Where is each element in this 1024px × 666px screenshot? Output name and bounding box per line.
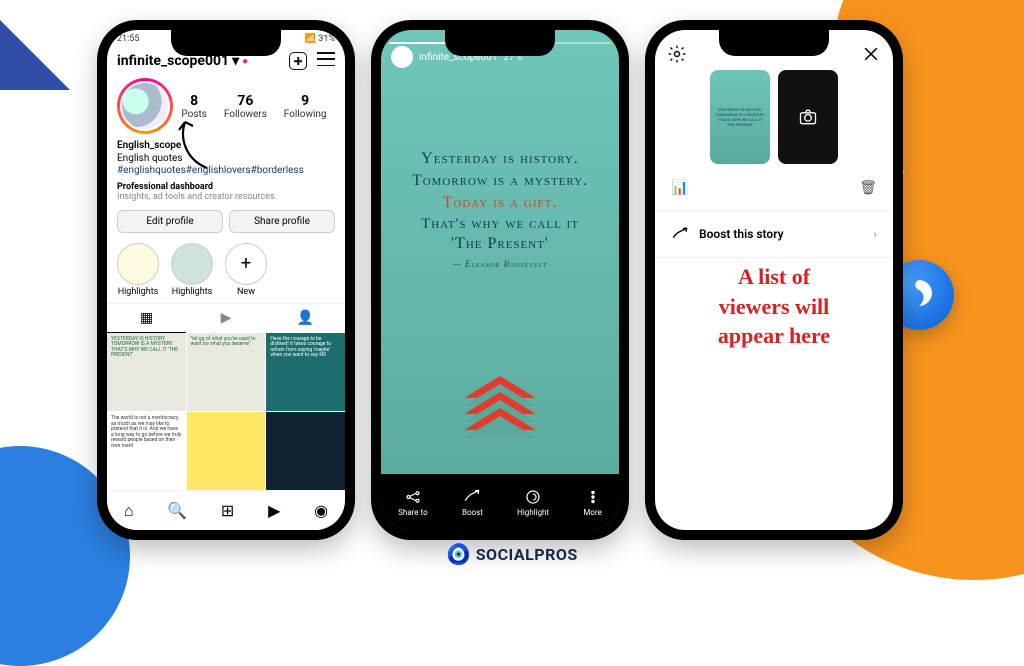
highlight-button[interactable]: Highlight <box>517 488 549 517</box>
annotation-viewers-note: A list of viewers will appear here <box>655 262 893 351</box>
create-post-icon[interactable]: ⊞ <box>221 501 234 520</box>
post-cell[interactable] <box>266 412 345 491</box>
post-cell[interactable]: "let go of what you've used to want for … <box>187 333 266 412</box>
stat-following[interactable]: 9 Following <box>284 93 327 120</box>
profile-icon[interactable]: ◉ <box>314 501 328 520</box>
story-avatar-icon[interactable] <box>391 46 413 68</box>
post-cell[interactable]: The world is not a meritocracy, as much … <box>107 412 186 491</box>
share-profile-button[interactable]: Share profile <box>229 210 335 233</box>
brand-logo: 🧿 SOCIALPROS <box>446 542 577 566</box>
bio-hashtags[interactable]: #englishquotes#englishlovers#borderless <box>117 165 335 178</box>
profile-avatar[interactable] <box>117 78 173 134</box>
story-bottom-bar: Share to Boost Highlight More <box>381 474 619 530</box>
boost-this-story[interactable]: Boost this story › <box>655 210 893 258</box>
tab-grid-icon[interactable]: ▦ <box>107 304 186 333</box>
close-icon[interactable] <box>861 44 881 64</box>
tab-tagged-icon[interactable]: 👤 <box>266 304 345 333</box>
search-icon[interactable]: 🔍 <box>167 501 187 520</box>
story-quote: Yesterday is history. Tomorrow is a myst… <box>401 150 599 269</box>
post-cell[interactable] <box>187 412 266 491</box>
share-to-button[interactable]: Share to <box>398 488 427 517</box>
phone-notch <box>445 30 555 56</box>
brand-text: SOCIALPROS <box>476 545 578 564</box>
create-icon[interactable] <box>289 52 307 70</box>
notification-dot-icon: ● <box>242 56 248 67</box>
bio-name: English_scope <box>117 140 335 153</box>
phone-story: infinite_scope001 27 s Yesterday is hist… <box>371 20 629 540</box>
insights-icon[interactable]: 📊 <box>671 180 688 196</box>
post-cell[interactable]: YESTERDAY IS HISTORY. TOMORROW IS A MYST… <box>107 333 186 412</box>
bio-line: English quotes <box>117 153 335 166</box>
menu-icon[interactable] <box>317 52 335 66</box>
phone-notch <box>171 30 281 56</box>
stat-posts[interactable]: 8 Posts <box>181 93 207 120</box>
phone-notch <box>719 30 829 56</box>
add-story-card[interactable] <box>778 70 838 164</box>
highlight-1[interactable]: Highlights <box>117 243 159 297</box>
boost-button[interactable]: Boost <box>462 488 483 517</box>
profile-bio: English_scope English quotes #englishquo… <box>107 140 345 178</box>
swipe-up-icon[interactable] <box>464 382 536 430</box>
reels-icon[interactable]: ▶ <box>268 501 280 520</box>
professional-dashboard[interactable]: Professional dashboard Insights, ad tool… <box>107 178 345 206</box>
highlight-2[interactable]: Highlights <box>171 243 213 297</box>
status-time: 21:55 <box>117 34 139 50</box>
settings-icon[interactable] <box>667 44 687 64</box>
chevron-right-icon: › <box>873 227 877 241</box>
camera-icon <box>798 107 818 127</box>
home-icon[interactable]: ⌂ <box>124 501 134 521</box>
status-right: 📶 31% <box>305 34 335 50</box>
profile-tabs: ▦ ▶ 👤 <box>107 303 345 333</box>
brand-mark-icon: 🧿 <box>446 542 471 566</box>
posts-grid: YESTERDAY IS HISTORY. TOMORROW IS A MYST… <box>107 333 345 491</box>
phone-viewers: YESTERDAY IS HISTORY. TOMORROW IS A MYST… <box>645 20 903 540</box>
more-button[interactable]: More <box>583 488 601 517</box>
highlight-new[interactable]: +New <box>225 243 267 297</box>
bottom-nav: ⌂ 🔍 ⊞ ▶ ◉ <box>107 490 345 530</box>
delete-icon[interactable]: 🗑 <box>859 180 877 196</box>
story-preview-row: YESTERDAY IS HISTORY. TOMORROW IS A MYST… <box>710 70 838 164</box>
tab-reels-icon[interactable]: ▶ <box>186 304 265 333</box>
phone-profile: 21:55 📶 31% infinite_scope001 ▾ ● <box>97 20 355 540</box>
boost-arrow-icon <box>671 225 689 243</box>
stat-followers[interactable]: 76 Followers <box>224 93 267 120</box>
edit-profile-button[interactable]: Edit profile <box>117 210 223 233</box>
post-cell[interactable]: Have the courage to be disliked! It take… <box>266 333 345 412</box>
story-preview-card[interactable]: YESTERDAY IS HISTORY. TOMORROW IS A MYST… <box>710 70 770 164</box>
boost-label: Boost this story <box>699 227 784 241</box>
decor-triangle <box>0 20 70 90</box>
